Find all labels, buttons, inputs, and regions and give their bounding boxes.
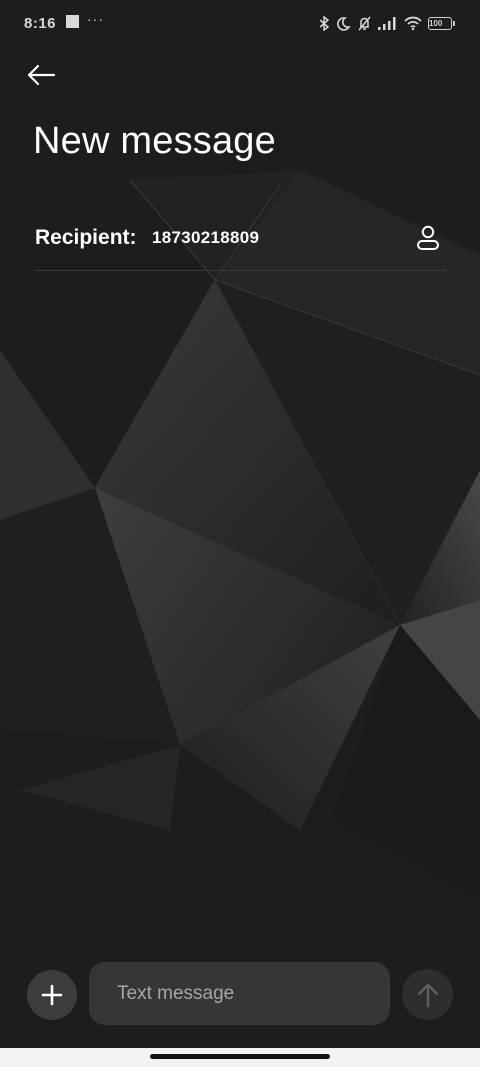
back-arrow-icon [27, 64, 56, 86]
plus-icon [41, 984, 63, 1006]
add-attachment-button[interactable] [27, 970, 77, 1020]
home-indicator[interactable] [150, 1054, 330, 1059]
text-message-input[interactable] [89, 962, 390, 1025]
bluetooth-icon [319, 15, 330, 31]
recipient-input[interactable]: 18730218809 [152, 228, 352, 248]
send-button[interactable] [402, 969, 453, 1020]
battery-icon: 100 [428, 16, 455, 30]
recipient-label: Recipient: [35, 226, 137, 249]
page-title: New message [33, 120, 276, 162]
muted-bell-icon [357, 16, 372, 31]
person-icon [417, 225, 439, 250]
moon-icon [336, 16, 351, 31]
recipient-row: Recipient: 18730218809 [34, 212, 446, 271]
more-notifications-icon: ··· [87, 11, 104, 27]
select-contact-button[interactable] [412, 222, 444, 254]
battery-level: 100 [428, 16, 452, 30]
back-button[interactable] [22, 58, 60, 92]
signal-icon [378, 16, 398, 30]
new-message-screen: 8:16 ··· 100 New message Recipient: 1873… [0, 0, 480, 1067]
arrow-up-icon [417, 983, 438, 1007]
status-time: 8:16 [24, 15, 57, 32]
status-icons: 100 [319, 12, 455, 34]
notification-app-icon [66, 15, 79, 28]
navigation-bar [0, 1048, 480, 1067]
status-bar: 8:16 ··· 100 [0, 0, 480, 46]
wifi-icon [404, 16, 422, 30]
